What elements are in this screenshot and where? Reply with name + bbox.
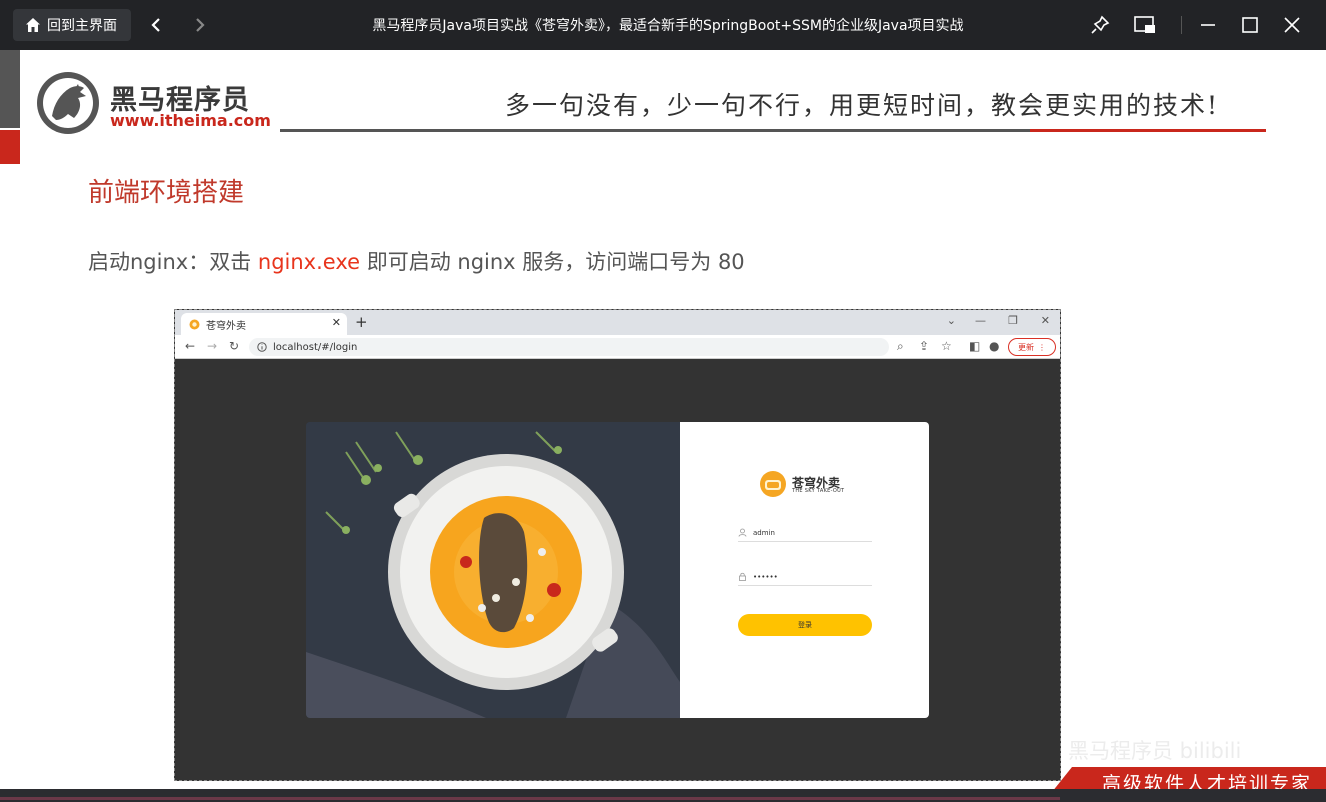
minimize-icon bbox=[1201, 24, 1215, 26]
password-field[interactable]: •••••• bbox=[738, 568, 872, 586]
instruction-part-2: 即可启动 nginx 服务，访问端口号为 80 bbox=[360, 250, 745, 274]
home-button[interactable]: 回到主界面 bbox=[13, 9, 131, 41]
new-tab-icon[interactable]: + bbox=[355, 313, 368, 331]
url-text: localhost/#/login bbox=[273, 341, 358, 353]
left-accent-gray bbox=[0, 50, 20, 128]
horse-logo-icon bbox=[37, 72, 99, 134]
update-label: 更新 bbox=[1018, 342, 1034, 352]
header-rule-accent bbox=[1030, 129, 1266, 132]
side-panel-icon[interactable]: ◧ bbox=[969, 339, 980, 353]
browser-screenshot: 苍穹外卖 ✕ + ⌄ — ❐ ✕ ← → ↻ localhost/#/login… bbox=[174, 309, 1061, 781]
bilibili-watermark: 黑马程序员 bilibili bbox=[1068, 739, 1242, 763]
instruction-highlight: nginx.exe bbox=[257, 250, 361, 274]
home-icon bbox=[26, 18, 40, 32]
login-form: 苍穹外卖 THE SKY TAKE-OUT admin •••••• 登录 bbox=[680, 422, 929, 718]
pin-icon bbox=[1091, 15, 1110, 34]
pip-button[interactable] bbox=[1132, 12, 1158, 38]
browser-reload-icon[interactable]: ↻ bbox=[229, 339, 239, 353]
itheima-logo: 黑马程序员 www.itheima.com bbox=[34, 70, 271, 136]
maximize-icon bbox=[1242, 17, 1258, 33]
instruction-part-1: 启动nginx：双击 bbox=[88, 250, 258, 274]
username-value: admin bbox=[753, 528, 775, 537]
browser-close-icon[interactable]: ✕ bbox=[1041, 314, 1050, 327]
player-titlebar: 回到主界面 黑马程序员Java项目实战《苍穹外卖》，最适合新手的SpringBo… bbox=[0, 0, 1326, 50]
picture-in-picture-icon bbox=[1134, 16, 1155, 33]
zoom-icon[interactable]: ⌕ bbox=[897, 339, 904, 354]
bookmark-star-icon[interactable]: ☆ bbox=[941, 339, 952, 353]
more-menu-icon: ⋮ bbox=[1038, 342, 1046, 352]
login-button[interactable]: 登录 bbox=[738, 614, 872, 636]
user-icon bbox=[738, 528, 747, 537]
browser-minimize-icon[interactable]: — bbox=[975, 314, 986, 327]
progress-line bbox=[0, 797, 1060, 800]
left-accent-red bbox=[0, 130, 20, 164]
page-title: 前端环境搭建 bbox=[88, 178, 245, 208]
minimize-button[interactable] bbox=[1195, 12, 1221, 38]
username-field[interactable]: admin bbox=[738, 524, 872, 542]
browser-forward-icon[interactable]: → bbox=[207, 339, 217, 353]
info-icon bbox=[257, 342, 267, 352]
browser-restore-icon[interactable]: ❐ bbox=[1008, 314, 1018, 327]
browser-tab[interactable]: 苍穹外卖 ✕ bbox=[181, 313, 347, 335]
maximize-button[interactable] bbox=[1237, 12, 1263, 38]
slide-content: 黑马程序员 www.itheima.com 多一句没有，少一句不行，用更短时间，… bbox=[0, 50, 1326, 789]
home-button-label: 回到主界面 bbox=[47, 18, 117, 34]
sky-takeout-logo-icon bbox=[760, 471, 786, 497]
password-value: •••••• bbox=[753, 572, 778, 581]
player-bottom-bar bbox=[0, 789, 1326, 802]
chevron-right-icon bbox=[196, 18, 205, 32]
favicon-icon bbox=[189, 319, 200, 329]
food-bowl-image bbox=[306, 422, 680, 718]
brand-logo: 苍穹外卖 THE SKY TAKE-OUT bbox=[758, 470, 858, 500]
tab-search-icon[interactable]: ⌄ bbox=[947, 314, 956, 327]
pin-button[interactable] bbox=[1087, 12, 1113, 38]
login-card: 苍穹外卖 THE SKY TAKE-OUT admin •••••• 登录 bbox=[306, 422, 929, 718]
back-button[interactable] bbox=[144, 13, 168, 37]
logo-text-en: www.itheima.com bbox=[110, 111, 271, 130]
browser-tab-bar: 苍穹外卖 ✕ + ⌄ — ❐ ✕ bbox=[175, 310, 1060, 335]
share-icon[interactable]: ⇪ bbox=[919, 339, 929, 353]
instruction-text: 启动nginx：双击 nginx.exe 即可启动 nginx 服务，访问端口号… bbox=[88, 246, 745, 276]
url-field[interactable]: localhost/#/login bbox=[249, 338, 889, 356]
window-title: 黑马程序员Java项目实战《苍穹外卖》，最适合新手的SpringBoot+SSM… bbox=[372, 18, 964, 34]
food-photo bbox=[306, 422, 680, 718]
update-button[interactable]: 更新 ⋮ bbox=[1008, 338, 1056, 356]
slogan: 多一句没有，少一句不行，用更短时间，教会更实用的技术! bbox=[505, 91, 1220, 120]
profile-icon[interactable]: ● bbox=[989, 339, 999, 353]
forward-button[interactable] bbox=[188, 13, 212, 37]
close-icon bbox=[1284, 17, 1300, 33]
titlebar-separator bbox=[1181, 16, 1182, 34]
tab-close-icon[interactable]: ✕ bbox=[332, 316, 341, 329]
browser-back-icon[interactable]: ← bbox=[185, 339, 195, 353]
brand-name-en: THE SKY TAKE-OUT bbox=[792, 488, 845, 494]
browser-address-bar: ← → ↻ localhost/#/login ⌕ ⇪ ☆ ◧ ● 更新 ⋮ bbox=[175, 335, 1060, 359]
close-button[interactable] bbox=[1279, 12, 1305, 38]
chevron-left-icon bbox=[151, 18, 160, 32]
lock-icon bbox=[739, 572, 746, 581]
browser-tab-title: 苍穹外卖 bbox=[206, 320, 246, 332]
header-rule bbox=[280, 129, 1032, 132]
